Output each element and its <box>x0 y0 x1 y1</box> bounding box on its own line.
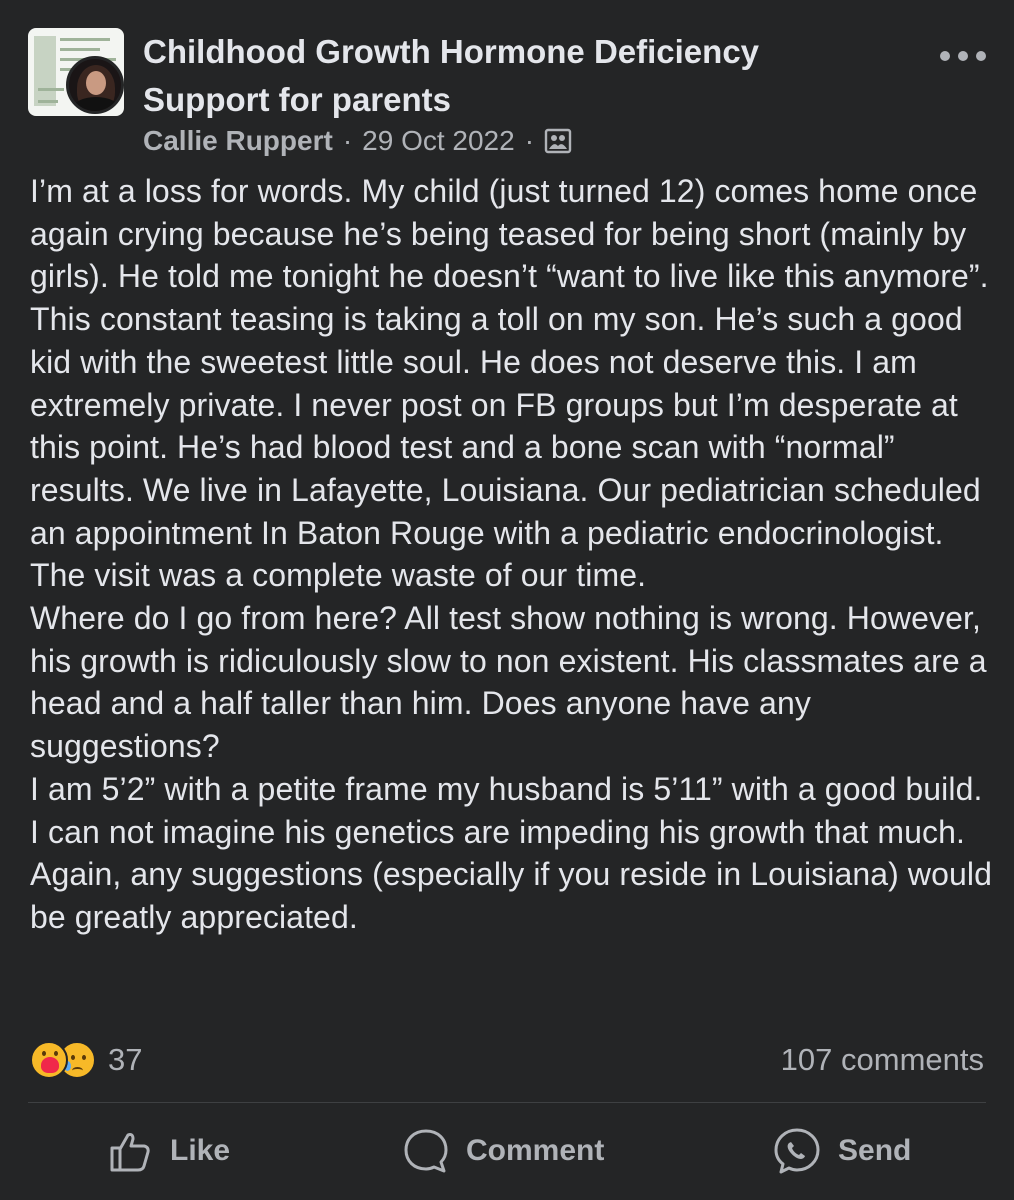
group-members-icon <box>544 128 572 154</box>
post-card: Childhood Growth Hormone Deficiency Supp… <box>0 0 1014 1200</box>
like-button[interactable]: Like <box>106 1124 230 1178</box>
more-dot-icon <box>976 51 986 61</box>
post-date-link[interactable]: 29 Oct 2022 <box>362 125 515 157</box>
meta-separator: · <box>524 125 535 156</box>
post-meta: Callie Ruppert · 29 Oct 2022 · <box>143 124 572 158</box>
send-button[interactable]: Send <box>772 1124 911 1178</box>
like-label: Like <box>170 1134 231 1167</box>
send-label: Send <box>838 1134 912 1167</box>
more-dot-icon <box>940 51 950 61</box>
thumbs-up-icon <box>106 1127 154 1175</box>
group-name-link[interactable]: Childhood Growth Hormone Deficiency Supp… <box>143 28 863 124</box>
comment-bubble-icon <box>402 1127 450 1175</box>
meta-separator: · <box>342 125 353 156</box>
more-options-button[interactable] <box>940 44 986 68</box>
post-text: I’m at a loss for words. My child (just … <box>30 173 993 935</box>
reactions-summary[interactable]: 37 <box>30 1038 142 1082</box>
comment-button[interactable]: Comment <box>402 1124 604 1178</box>
comment-label: Comment <box>466 1134 605 1167</box>
divider <box>28 1102 986 1103</box>
reaction-count: 37 <box>108 1042 143 1077</box>
care-emoji-icon <box>30 1041 68 1079</box>
comment-count-link[interactable]: 107 comments <box>781 1038 984 1082</box>
more-dot-icon <box>958 51 968 61</box>
author-name-link[interactable]: Callie Ruppert <box>143 125 333 157</box>
messenger-icon <box>772 1126 822 1176</box>
author-avatar[interactable] <box>66 56 124 114</box>
